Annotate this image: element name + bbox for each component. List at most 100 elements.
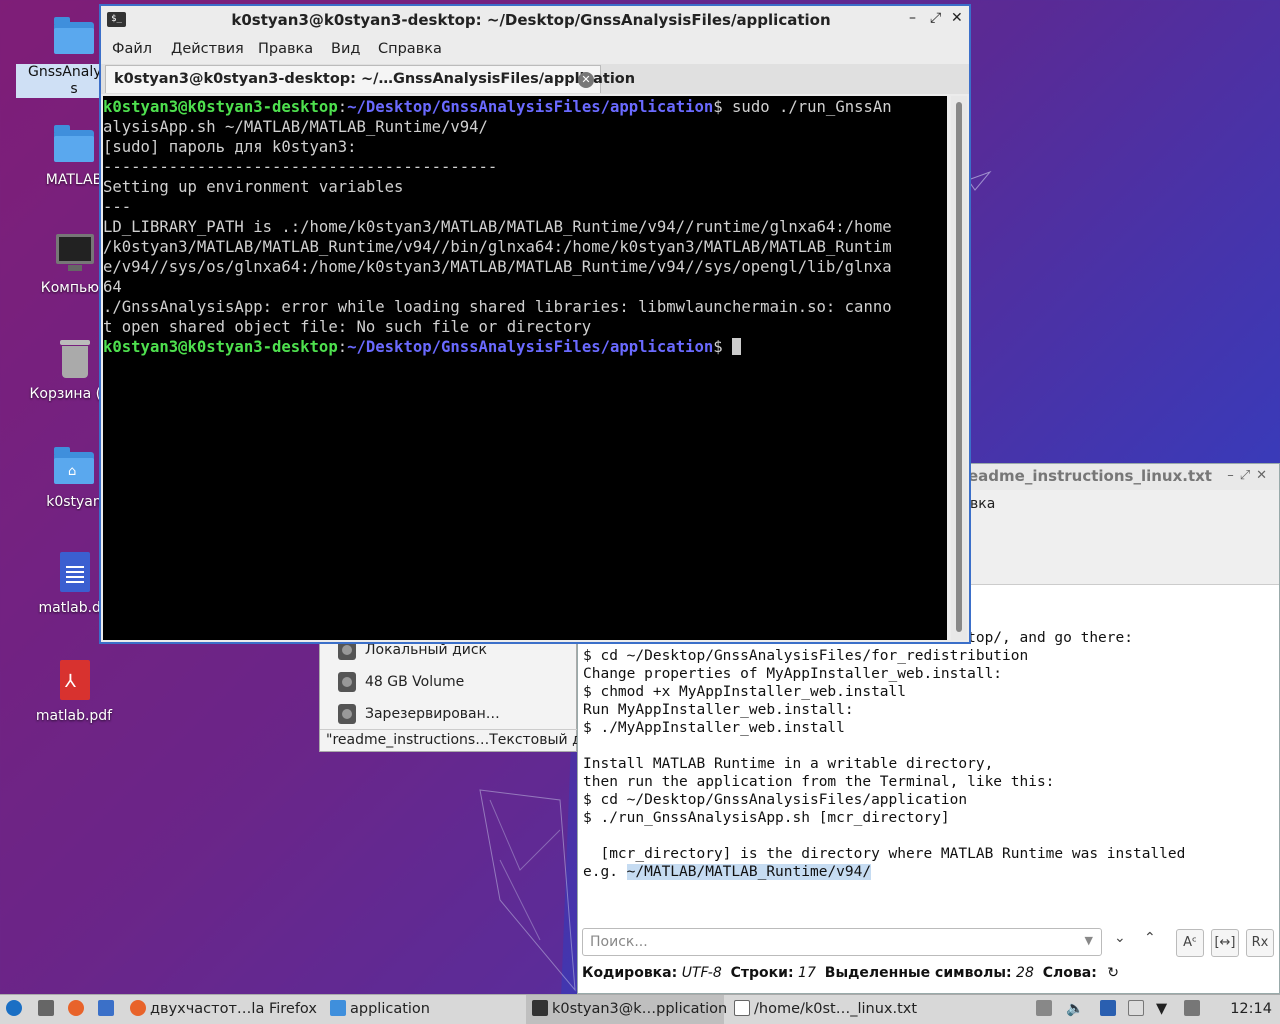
prompt-user: k0styan3@k0styan3-desktop (103, 338, 338, 356)
tray-battery[interactable] (1184, 995, 1204, 1024)
output-line: 64 (103, 278, 122, 296)
chevron-down-icon[interactable]: ▼ (1085, 934, 1093, 947)
output-line: ----------------------------------------… (103, 158, 498, 176)
terminal-output[interactable]: k0styan3@k0styan3-desktop:~/Desktop/Gnss… (103, 96, 947, 640)
menu-file[interactable]: Файл (112, 41, 152, 57)
document-icon (52, 552, 96, 596)
firefox-icon (130, 1000, 146, 1016)
search-input[interactable]: Поиск... ▼ (582, 928, 1102, 956)
editor-line: $ cd ~/Desktop/GnssAnalysisFiles/applica… (583, 792, 968, 808)
folder-icon (52, 124, 96, 168)
search-placeholder: Поиск... (590, 934, 648, 950)
file-manager-statusbar: "readme_instructions…Текстовый д (320, 729, 578, 751)
taskbar: двухчастот…la Firefox application k0stya… (0, 994, 1280, 1024)
menu-actions[interactable]: Действия (171, 41, 244, 57)
output-line: --- (103, 198, 132, 216)
tray-clipboard[interactable] (1128, 995, 1148, 1024)
drive-icon (338, 704, 356, 724)
editor-line: $ ./MyAppInstaller_web.install (583, 720, 845, 736)
text-editor-icon (734, 1000, 750, 1016)
editor-line: $ cd ~/Desktop/GnssAnalysisFiles/for_red… (583, 648, 1029, 664)
terminal-scrollbar[interactable] (951, 96, 967, 640)
editor-line: Run MyAppInstaller_web.install: (583, 702, 854, 718)
maximize-icon[interactable]: ⤢ (930, 10, 941, 26)
output-line: Setting up environment variables (103, 178, 404, 196)
taskbar-item-label: k0styan3@k…pplication (552, 1001, 728, 1017)
desktop-icon-matlab-pdf[interactable]: ⅄ matlab.pdf (16, 660, 132, 725)
whole-word-icon[interactable]: [↔] (1211, 929, 1239, 957)
editor-selection: ~/MATLAB/MATLAB_Runtime/v94/ (626, 864, 872, 880)
prompt-dollar: $ (713, 98, 723, 116)
terminal-title: k0styan3@k0styan3-desktop: ~/Desktop/Gns… (231, 11, 831, 29)
editor-window-controls[interactable]: –⤢✕ (1227, 468, 1273, 483)
file-manager-window: Локальный диск 48 GB Volume Зарезервиров… (319, 640, 578, 752)
terminal-menubar: Файл Действия Правка Вид Справка (101, 34, 969, 64)
encoding-label: Кодировка: (582, 965, 678, 981)
update-notifier-icon (1100, 1000, 1116, 1016)
terminal-titlebar[interactable]: $_ k0styan3@k0styan3-desktop: ~/Desktop/… (101, 6, 969, 34)
match-case-icon[interactable]: Aᶜ (1176, 929, 1204, 957)
editor-line: then run the application from the Termin… (583, 774, 1055, 790)
drive-icon (338, 672, 356, 692)
find-previous-icon[interactable]: ⌃ (1144, 930, 1156, 946)
tray-updates[interactable] (1100, 995, 1120, 1024)
home-folder-icon: ⌂ (52, 446, 96, 490)
tab-close-icon[interactable]: ✕ (578, 72, 594, 88)
pdf-icon: ⅄ (52, 660, 96, 704)
tray-keyboard[interactable] (1036, 995, 1056, 1024)
regex-icon[interactable]: Rx (1246, 929, 1274, 957)
editor-line: $ ./run_GnssAnalysisApp.sh [mcr_director… (583, 810, 950, 826)
taskbar-item-label: двухчастот…la Firefox (150, 1001, 317, 1017)
volume-icon: 🔈 (1066, 1001, 1085, 1017)
text-cursor (732, 338, 742, 355)
quicklaunch-file-manager[interactable] (38, 995, 58, 1024)
trash-icon (52, 338, 96, 382)
taskbar-item-firefox[interactable]: двухчастот…la Firefox (130, 995, 317, 1024)
prompt-path: ~/Desktop/GnssAnalysisFiles/application (347, 338, 714, 356)
taskbar-item-terminal[interactable]: k0styan3@k…pplication (526, 995, 728, 1024)
menu-edit[interactable]: Правка (258, 41, 313, 57)
clock[interactable]: 12:14 (1230, 995, 1272, 1024)
close-icon[interactable]: ✕ (951, 10, 963, 26)
selected-chars-value: 28 (1016, 965, 1034, 981)
lubuntu-logo-icon (6, 1000, 22, 1016)
find-next-icon[interactable]: ⌄ (1114, 930, 1126, 946)
quicklaunch-firefox[interactable] (68, 995, 88, 1024)
taskbar-item-label: application (350, 1001, 430, 1017)
drive-item-48gb[interactable]: 48 GB Volume (320, 667, 576, 699)
menu-help[interactable]: Справка (378, 41, 442, 57)
drive-label: Локальный диск (365, 642, 488, 658)
drive-label: 48 GB Volume (365, 674, 465, 690)
desktop-icon-label: matlab.pdf (35, 708, 113, 724)
terminal-tab[interactable]: k0styan3@k0styan3-desktop: ~/…GnssAnalys… (105, 65, 635, 93)
menu-view[interactable]: Вид (331, 41, 360, 57)
editor-statusbar: Кодировка: UTF-8 Строки: 17 Выделенные с… (582, 965, 1119, 981)
taskbar-item-application[interactable]: application (330, 995, 430, 1024)
output-line: /k0styan3/MATLAB/MATLAB_Runtime/v94//bin… (103, 238, 892, 256)
editor-line: Install MATLAB Runtime in a writable dir… (583, 756, 994, 772)
tray-volume[interactable]: 🔈 (1066, 995, 1084, 1024)
terminal-tabbar: k0styan3@k0styan3-desktop: ~/…GnssAnalys… (101, 64, 969, 94)
desktop-icon (98, 1000, 114, 1016)
taskbar-item-label: /home/k0st…_linux.txt (754, 1001, 918, 1017)
refresh-icon[interactable]: ↻ (1107, 965, 1119, 981)
quicklaunch-show-desktop[interactable] (98, 995, 118, 1024)
output-line: t open shared object file: No such file … (103, 318, 592, 336)
minimize-icon[interactable]: – (909, 10, 916, 26)
folder-icon (52, 16, 96, 60)
start-menu-button[interactable] (6, 995, 26, 1024)
editor-text-area[interactable]: top/, and go there: $ cd ~/Desktop/GnssA… (583, 629, 1185, 881)
selected-chars-label: Выделенные символы: (824, 965, 1012, 981)
output-line: [sudo] пароль для k0styan3: (103, 138, 357, 156)
battery-icon (1184, 1000, 1200, 1016)
scrollbar-thumb[interactable] (956, 102, 962, 632)
tray-network[interactable]: ▼ (1156, 995, 1167, 1024)
terminal-icon (532, 1000, 548, 1016)
encoding-value[interactable]: UTF-8 (682, 965, 722, 981)
editor-line: e.g. (583, 864, 627, 880)
drive-item-reserved[interactable]: Зарезервирован… (320, 699, 576, 731)
keyboard-layout-icon (1036, 1000, 1052, 1016)
taskbar-item-editor[interactable]: /home/k0st…_linux.txt (734, 995, 917, 1024)
editor-menu-item[interactable]: вка (970, 496, 995, 512)
firefox-icon (68, 1000, 84, 1016)
